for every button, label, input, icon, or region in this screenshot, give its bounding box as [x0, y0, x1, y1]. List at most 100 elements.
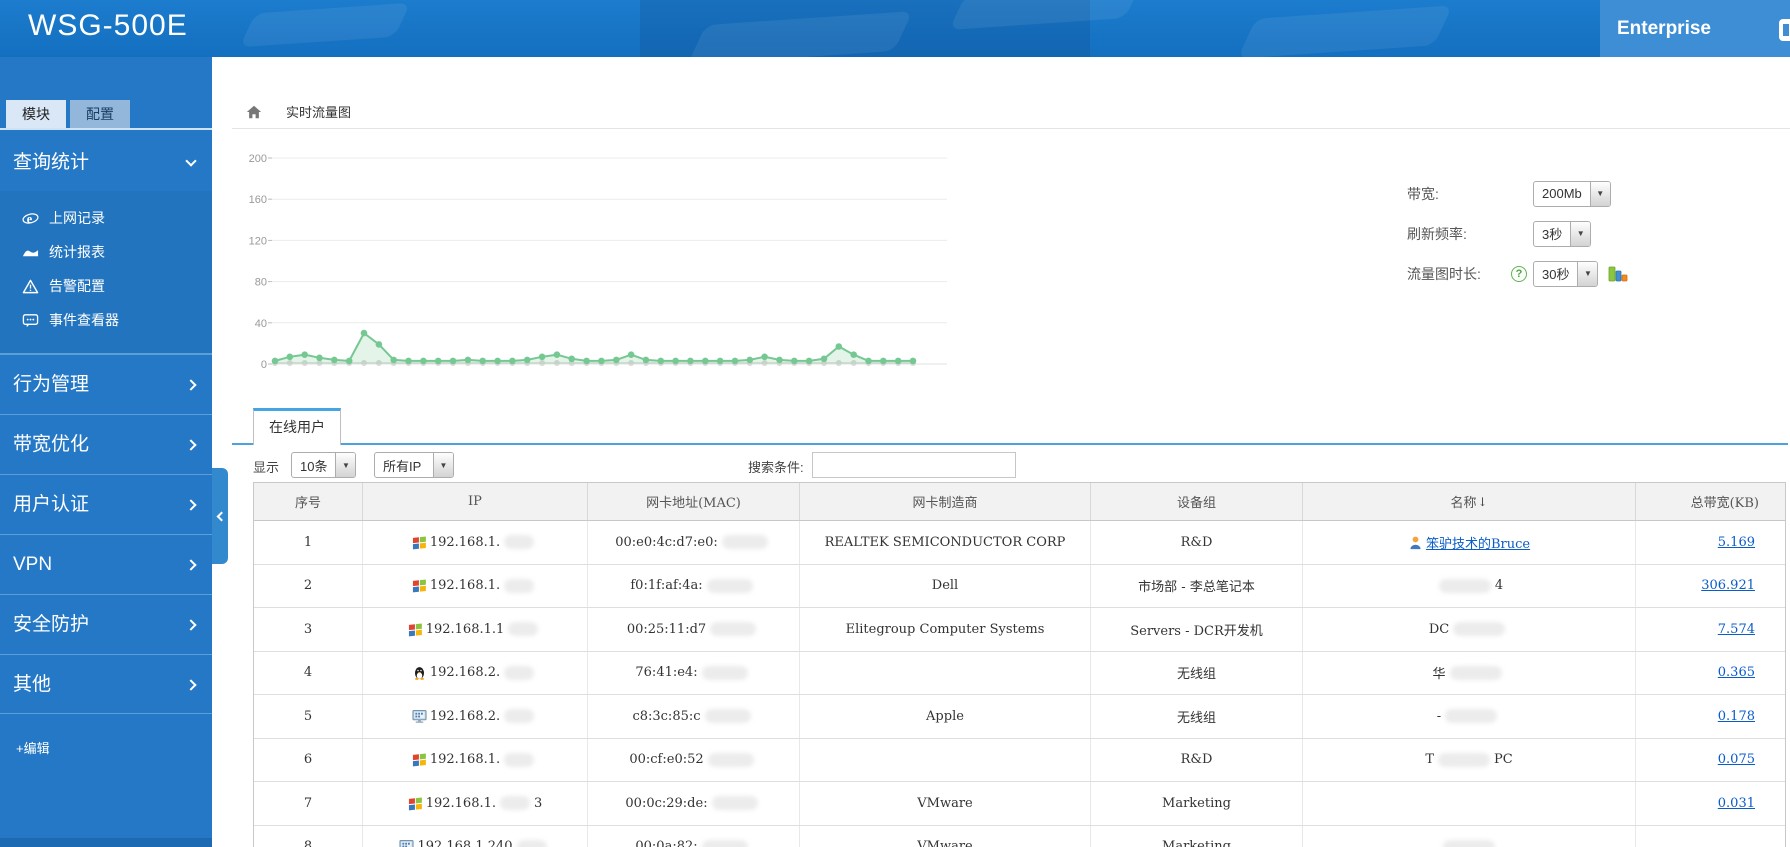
cell-name	[1303, 782, 1636, 825]
column-header-0[interactable]: 序号	[254, 483, 363, 520]
redaction-smudge	[711, 796, 758, 811]
cell-group: R&D	[1091, 521, 1303, 564]
search-input[interactable]	[812, 452, 1016, 478]
sidebar-section-2[interactable]: 带宽优化	[0, 414, 212, 474]
sidebar-item-统计报表[interactable]: 统计报表	[0, 235, 212, 269]
cell-mac: 00:0c:29:de:	[588, 782, 800, 825]
duration-select[interactable]: 30秒 ▼	[1533, 260, 1599, 287]
content-divider	[232, 128, 1790, 129]
topbar-right-segment: Enterprise	[1600, 0, 1790, 57]
bandwidth-link[interactable]: 0.365	[1718, 665, 1755, 680]
table-row: 2 192.168.1. f0:1f:af:4a: Dell 市场部 - 李总笔记本 4 3…	[254, 564, 1785, 608]
sidebar-item-label: 告警配置	[49, 278, 105, 294]
mac-text: 00:0c:29:de:	[625, 795, 708, 811]
chevron-right-icon	[185, 439, 197, 451]
tab-online-users[interactable]: 在线用户	[253, 408, 341, 445]
redaction-smudge	[721, 535, 768, 550]
cell-vendor: VMware	[800, 825, 1091, 847]
page-size-select[interactable]: 10条 ▼	[291, 452, 357, 478]
bandwidth-link[interactable]: 0.031	[1718, 796, 1755, 811]
bandwidth-link[interactable]: 5.169	[1718, 535, 1755, 550]
cell-vendor	[800, 738, 1091, 781]
sidebar-section-5[interactable]: 安全防护	[0, 594, 212, 654]
sidebar-section-0[interactable]: 查询统计	[0, 134, 212, 191]
cell-bandwidth: 0.365	[1636, 652, 1785, 695]
sidebar-section-3[interactable]: 用户认证	[0, 474, 212, 534]
dropdown-arrow-icon[interactable]: ▼	[1589, 181, 1610, 206]
cell-bandwidth	[1636, 826, 1785, 847]
user-name-link[interactable]: 笨驴技术的Bruce	[1426, 533, 1530, 552]
sidebar-section-4[interactable]: VPN	[0, 534, 212, 594]
sidebar-section-label: 带宽优化	[13, 434, 90, 455]
sidebar-item-事件查看器[interactable]: 事件查看器	[0, 303, 212, 337]
dropdown-arrow-icon[interactable]: ▼	[1570, 221, 1591, 246]
sidebar-sections: 查询统计 e 上网记录 统计报表告警配置事件查看器行为管理带宽优化用户认证 VPN 安全防…	[0, 134, 212, 714]
mac-text: 00:25:11:d7	[626, 621, 707, 637]
svg-text:e: e	[27, 211, 33, 225]
help-icon[interactable]: ?	[1511, 265, 1527, 282]
chevron-right-icon	[185, 379, 197, 391]
dropdown-arrow-icon[interactable]: ▼	[433, 453, 453, 477]
cell-mac: c8:3c:85:c	[588, 695, 800, 738]
refresh-select[interactable]: 3秒 ▼	[1533, 220, 1592, 247]
page: WSG-500E Enterprise 模块 配置 查询统计 e 上网记录 统计报表告…	[0, 0, 1790, 847]
chevron-right-icon	[185, 619, 197, 631]
svg-text:160: 160	[249, 194, 267, 206]
ip-filter-select[interactable]: 所有IP ▼	[374, 452, 454, 478]
redaction-smudge	[504, 709, 535, 724]
sidebar-item-告警配置[interactable]: 告警配置	[0, 269, 212, 303]
dropdown-arrow-icon[interactable]: ▼	[335, 453, 356, 477]
report-icon	[22, 244, 39, 261]
table-row: 4 192.168.2. 76:41:e4: 无线组华 0.365	[254, 651, 1785, 695]
bandwidth-select[interactable]: 200Mb ▼	[1533, 180, 1611, 207]
mac-text: 00:cf:e0:52	[629, 752, 704, 768]
cell-ip: 192.168.1.	[363, 738, 588, 781]
ip-text: 192.168.2.	[429, 665, 501, 681]
cell-index: 5	[254, 695, 363, 738]
cell-index: 6	[254, 738, 363, 781]
sidebar-section-1[interactable]: 行为管理	[0, 354, 212, 414]
column-header-6[interactable]: 总带宽(KB)	[1636, 483, 1785, 520]
svg-text:40: 40	[255, 318, 267, 330]
sidebar-section-6[interactable]: 其他	[0, 654, 212, 714]
bandwidth-link[interactable]: 7.574	[1718, 622, 1755, 637]
redaction-smudge	[1453, 622, 1506, 637]
home-icon[interactable]	[246, 104, 262, 120]
breadcrumb: 实时流量图	[246, 102, 351, 121]
cell-group: Marketing	[1091, 782, 1303, 825]
cell-ip: 192.168.1. 3	[363, 782, 588, 825]
column-header-1[interactable]: IP	[363, 483, 588, 520]
bandwidth-link[interactable]: 0.075	[1718, 752, 1755, 767]
refresh-label: 刷新频率:	[1407, 225, 1467, 242]
redaction-smudge	[701, 665, 748, 680]
sidebar-tab-modules[interactable]: 模块	[6, 100, 66, 128]
dropdown-arrow-icon[interactable]: ▼	[1577, 261, 1598, 286]
cell-bandwidth: 7.574	[1636, 608, 1785, 651]
bandwidth-link[interactable]: 306.921	[1701, 578, 1755, 593]
cell-mac: f0:1f:af:4a:	[588, 564, 800, 607]
redaction-smudge	[1437, 752, 1490, 767]
column-header-3[interactable]: 网卡制造商	[800, 483, 1091, 520]
sidebar-item-上网记录[interactable]: e 上网记录	[0, 201, 212, 235]
sidebar-edit-link[interactable]: +编辑	[0, 738, 212, 757]
table-row: 1 192.168.1. 00:e0:4c:d7:e0: REALTEK SEMICO…	[254, 521, 1785, 565]
ip-text: 192.168.1.	[429, 578, 501, 594]
column-header-5[interactable]: 名称 ↓	[1303, 483, 1636, 520]
column-label: IP	[468, 494, 482, 509]
column-header-4[interactable]: 设备组	[1091, 483, 1303, 520]
sidebar-collapse-handle[interactable]	[212, 468, 228, 564]
cell-name: 华	[1303, 651, 1636, 694]
partial-home-icon[interactable]	[1779, 19, 1790, 41]
cell-name: T PC	[1303, 738, 1636, 781]
cell-mac: 76:41:e4:	[588, 651, 800, 694]
sidebar-section-label: 用户认证	[13, 494, 90, 515]
column-header-2[interactable]: 网卡地址(MAC)	[588, 483, 800, 520]
bandwidth-link[interactable]: 0.178	[1718, 709, 1755, 724]
chart-type-icon[interactable]	[1608, 265, 1628, 283]
sidebar-tab-config[interactable]: 配置	[70, 100, 130, 128]
ip-text: 192.168.2.	[429, 708, 501, 724]
redaction-smudge	[508, 622, 539, 637]
column-label: 网卡制造商	[912, 496, 978, 511]
sidebar-section-label: 行为管理	[13, 374, 90, 395]
cell-mac: 00:0a:82:	[588, 825, 800, 847]
